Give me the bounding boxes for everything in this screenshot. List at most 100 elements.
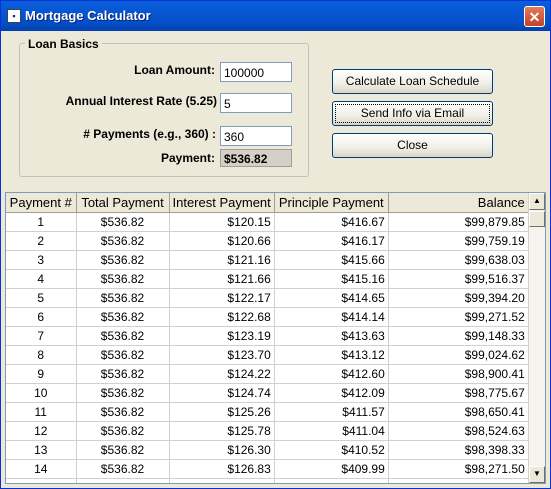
col-header-total-payment[interactable]: Total Payment	[76, 193, 170, 213]
table-cell: 8	[6, 345, 77, 365]
close-button[interactable]: Close	[332, 133, 493, 158]
table-cell: $414.65	[274, 288, 389, 308]
table-cell: 1	[6, 212, 77, 232]
table-cell: 6	[6, 307, 77, 327]
table-cell: $124.74	[169, 383, 275, 403]
table-row[interactable]: 7 $536.82 $123.19 $413.63 $99,148.33	[6, 326, 529, 346]
table-row[interactable]: 11 $536.82 $125.26 $411.57 $98,650.41	[6, 402, 529, 422]
table-cell: $123.70	[169, 345, 275, 365]
loan-schedule-grid[interactable]: Payment # Total Payment Interest Payment…	[5, 192, 546, 484]
table-cell: $99,759.19	[388, 231, 529, 251]
table-cell: $409.46	[274, 478, 389, 483]
payment-label: Payment:	[160, 151, 215, 165]
table-cell: $98,144.15	[388, 478, 529, 483]
table-cell: $125.26	[169, 402, 275, 422]
table-row[interactable]: 4 $536.82 $121.66 $415.16 $99,516.37	[6, 269, 529, 289]
table-cell: $411.04	[274, 421, 389, 441]
table-cell: 2	[6, 231, 77, 251]
table-cell: $536.82	[76, 345, 170, 365]
table-cell: $125.78	[169, 421, 275, 441]
table-cell: $536.82	[76, 212, 170, 232]
table-cell: $122.17	[169, 288, 275, 308]
table-row[interactable]: 8 $536.82 $123.70 $413.12 $99,024.62	[6, 345, 529, 365]
scroll-thumb[interactable]	[529, 211, 545, 227]
loan-amount-label: Loan Amount:	[134, 63, 215, 77]
loan-amount-input[interactable]: 100000	[220, 62, 292, 82]
table-cell: $536.82	[76, 307, 170, 327]
table-row[interactable]: 15$536.82$127.36$409.46$98,144.15	[6, 478, 529, 483]
table-cell: $536.82	[76, 402, 170, 422]
schedule-table: Payment # Total Payment Interest Payment…	[6, 193, 529, 483]
table-cell: $413.12	[274, 345, 389, 365]
table-cell: $99,879.85	[388, 212, 529, 232]
table-cell: $536.82	[76, 421, 170, 441]
table-row[interactable]: 5 $536.82 $122.17 $414.65 $99,394.20	[6, 288, 529, 308]
table-cell: $98,775.67	[388, 383, 529, 403]
window-close-button[interactable]: ✕	[524, 6, 545, 27]
table-cell: $98,650.41	[388, 402, 529, 422]
col-header-interest-payment[interactable]: Interest Payment	[169, 193, 275, 213]
table-cell: $98,398.33	[388, 440, 529, 460]
scroll-up-button[interactable]: ▲	[529, 193, 545, 210]
table-row[interactable]: 13 $536.82 $126.30 $410.52 $98,398.33	[6, 440, 529, 460]
table-cell: $536.82	[76, 288, 170, 308]
table-cell: $127.36	[169, 478, 275, 483]
table-row[interactable]: 6 $536.82 $122.68 $414.14 $99,271.52	[6, 307, 529, 327]
send-email-button-label: Send Info via Email	[335, 104, 490, 123]
table-row[interactable]: 10 $536.82 $124.74 $412.09 $98,775.67	[6, 383, 529, 403]
window-title: Mortgage Calculator	[25, 8, 151, 23]
table-cell: $536.82	[76, 250, 170, 270]
table-cell: $411.57	[274, 402, 389, 422]
table-row[interactable]: 3 $536.82 $121.16 $415.66 $99,638.03	[6, 250, 529, 270]
table-cell: $536.82	[76, 440, 170, 460]
col-header-payment-number[interactable]: Payment #	[6, 193, 77, 213]
table-cell: $98,271.50	[388, 459, 529, 479]
table-cell: 7	[6, 326, 77, 346]
vertical-scrollbar[interactable]: ▲ ▼	[528, 193, 545, 483]
col-header-balance[interactable]: Balance	[388, 193, 529, 213]
table-cell: $122.68	[169, 307, 275, 327]
table-cell: $414.14	[274, 307, 389, 327]
table-cell: $415.66	[274, 250, 389, 270]
table-cell: 14	[6, 459, 77, 479]
table-cell: $121.16	[169, 250, 275, 270]
table-row[interactable]: 2 $536.82 $120.66 $416.17 $99,759.19	[6, 231, 529, 251]
payments-label: # Payments (e.g., 360) :	[83, 127, 216, 141]
table-cell: 13	[6, 440, 77, 460]
app-icon: ▪	[7, 9, 21, 23]
table-row[interactable]: 12 $536.82 $125.78 $411.04 $98,524.63	[6, 421, 529, 441]
table-cell: 5	[6, 288, 77, 308]
calculate-schedule-button[interactable]: Calculate Loan Schedule	[332, 69, 493, 94]
scroll-down-button[interactable]: ▼	[529, 466, 545, 483]
table-cell: $126.30	[169, 440, 275, 460]
table-cell: $120.66	[169, 231, 275, 251]
table-cell: $536.82	[76, 326, 170, 346]
table-cell: $410.52	[274, 440, 389, 460]
table-cell: 9	[6, 364, 77, 384]
table-cell: $99,394.20	[388, 288, 529, 308]
table-cell: $99,516.37	[388, 269, 529, 289]
table-cell: $126.83	[169, 459, 275, 479]
table-cell: $98,900.41	[388, 364, 529, 384]
table-cell: $536.82	[76, 364, 170, 384]
table-cell: 11	[6, 402, 77, 422]
table-cell: 15	[6, 478, 77, 483]
table-cell: $536.82	[76, 269, 170, 289]
table-cell: $415.16	[274, 269, 389, 289]
send-email-button[interactable]: Send Info via Email	[332, 101, 493, 126]
table-row[interactable]: 1 $536.82 $120.15 $416.67 $99,879.85	[6, 212, 529, 232]
table-row[interactable]: 14 $536.82 $126.83 $409.99 $98,271.50	[6, 459, 529, 479]
interest-rate-input[interactable]: 5	[220, 93, 292, 113]
table-cell: $124.22	[169, 364, 275, 384]
header-row: Payment # Total Payment Interest Payment…	[6, 193, 529, 213]
col-header-principle-payment[interactable]: Principle Payment	[274, 193, 389, 213]
table-cell: 4	[6, 269, 77, 289]
table-cell: 12	[6, 421, 77, 441]
title-bar[interactable]: ▪ Mortgage Calculator ✕	[1, 1, 550, 31]
table-cell: 10	[6, 383, 77, 403]
table-cell: $120.15	[169, 212, 275, 232]
table-cell: $412.60	[274, 364, 389, 384]
payments-input[interactable]: 360	[220, 126, 292, 146]
table-row[interactable]: 9 $536.82 $124.22 $412.60 $98,900.41	[6, 364, 529, 384]
table-cell: $121.66	[169, 269, 275, 289]
